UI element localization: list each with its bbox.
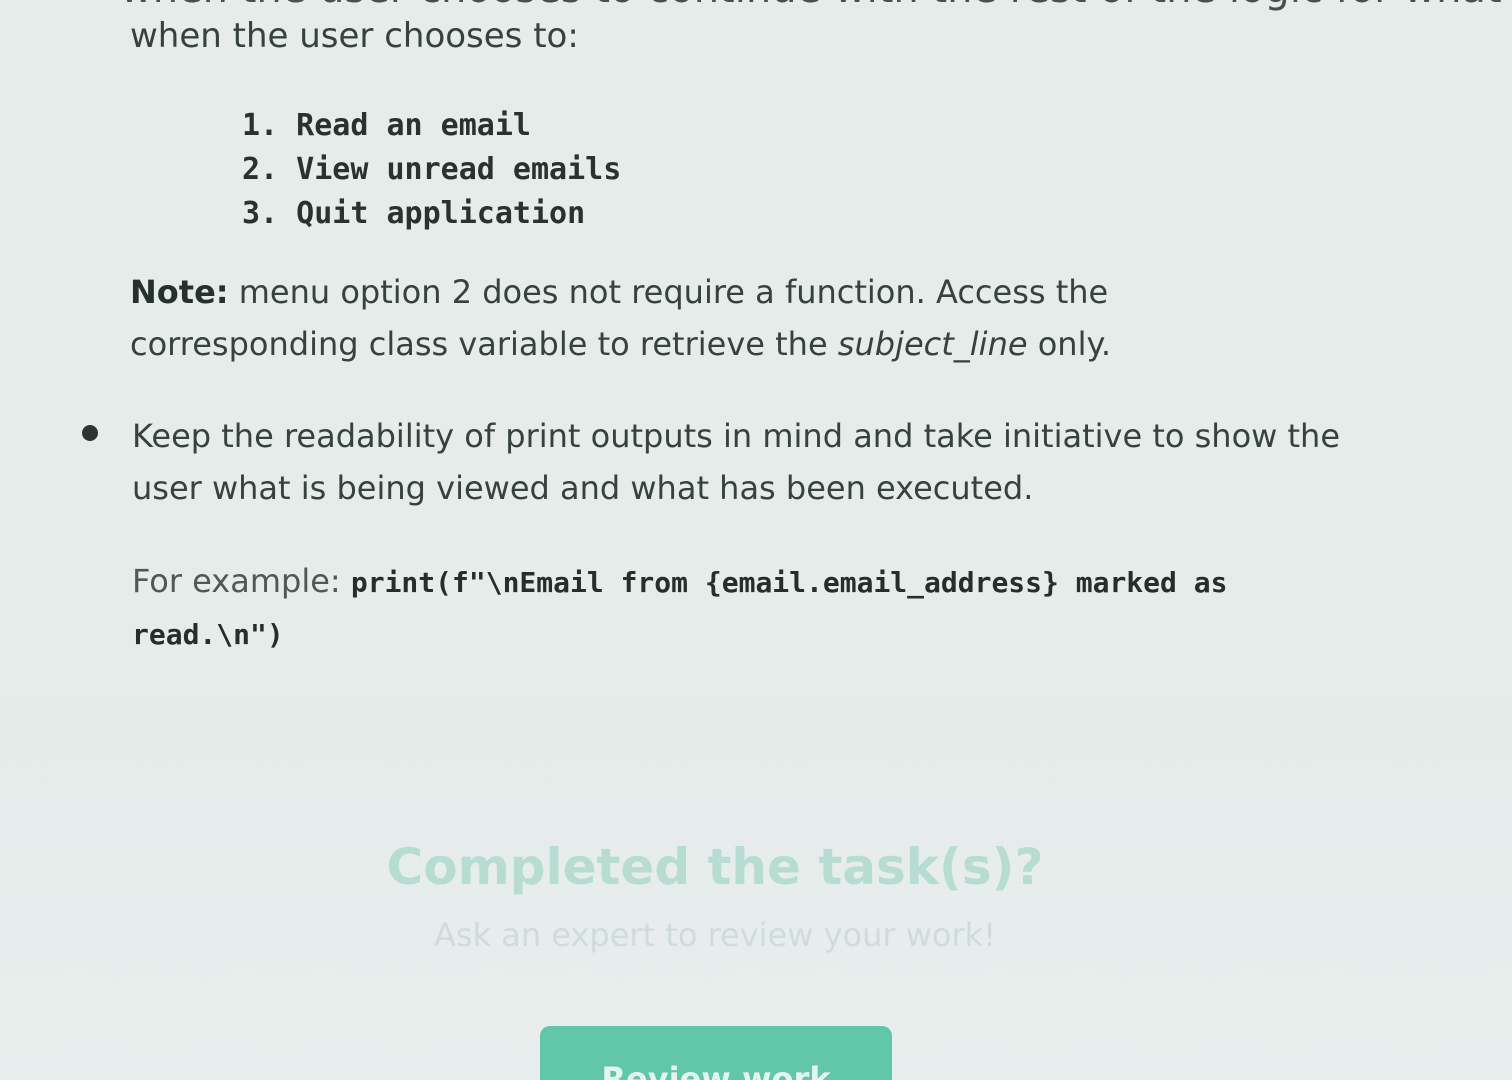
note-text-after: only. [1027, 325, 1111, 363]
note-paragraph: Note: menu option 2 does not require a f… [130, 266, 1230, 370]
example-paragraph: For example: print(f"\nEmail from {email… [132, 556, 1392, 660]
review-work-button[interactable]: Review work [540, 1026, 892, 1080]
note-label: Note: [130, 273, 229, 311]
menu-options-list: 1. Read an email 2. View unread emails 3… [242, 104, 621, 236]
menu-option-read-email: 1. Read an email [242, 108, 531, 143]
menu-option-view-unread: 2. View unread emails [242, 152, 622, 187]
bullet-icon [82, 425, 98, 441]
menu-intro-text: when the user chooses to: [130, 16, 579, 56]
note-emphasis: subject_line [837, 325, 1028, 363]
menu-option-quit: 3. Quit application [242, 196, 586, 231]
cut-off-text-line: when the user chooses to continue with t… [120, 0, 1512, 14]
review-prompt-text: Ask an expert to review your work! [434, 916, 996, 954]
readability-bullet-text: Keep the readability of print outputs in… [132, 417, 1340, 507]
completed-task-heading: Completed the task(s)? [386, 838, 1044, 896]
example-label: For example: [132, 562, 351, 600]
